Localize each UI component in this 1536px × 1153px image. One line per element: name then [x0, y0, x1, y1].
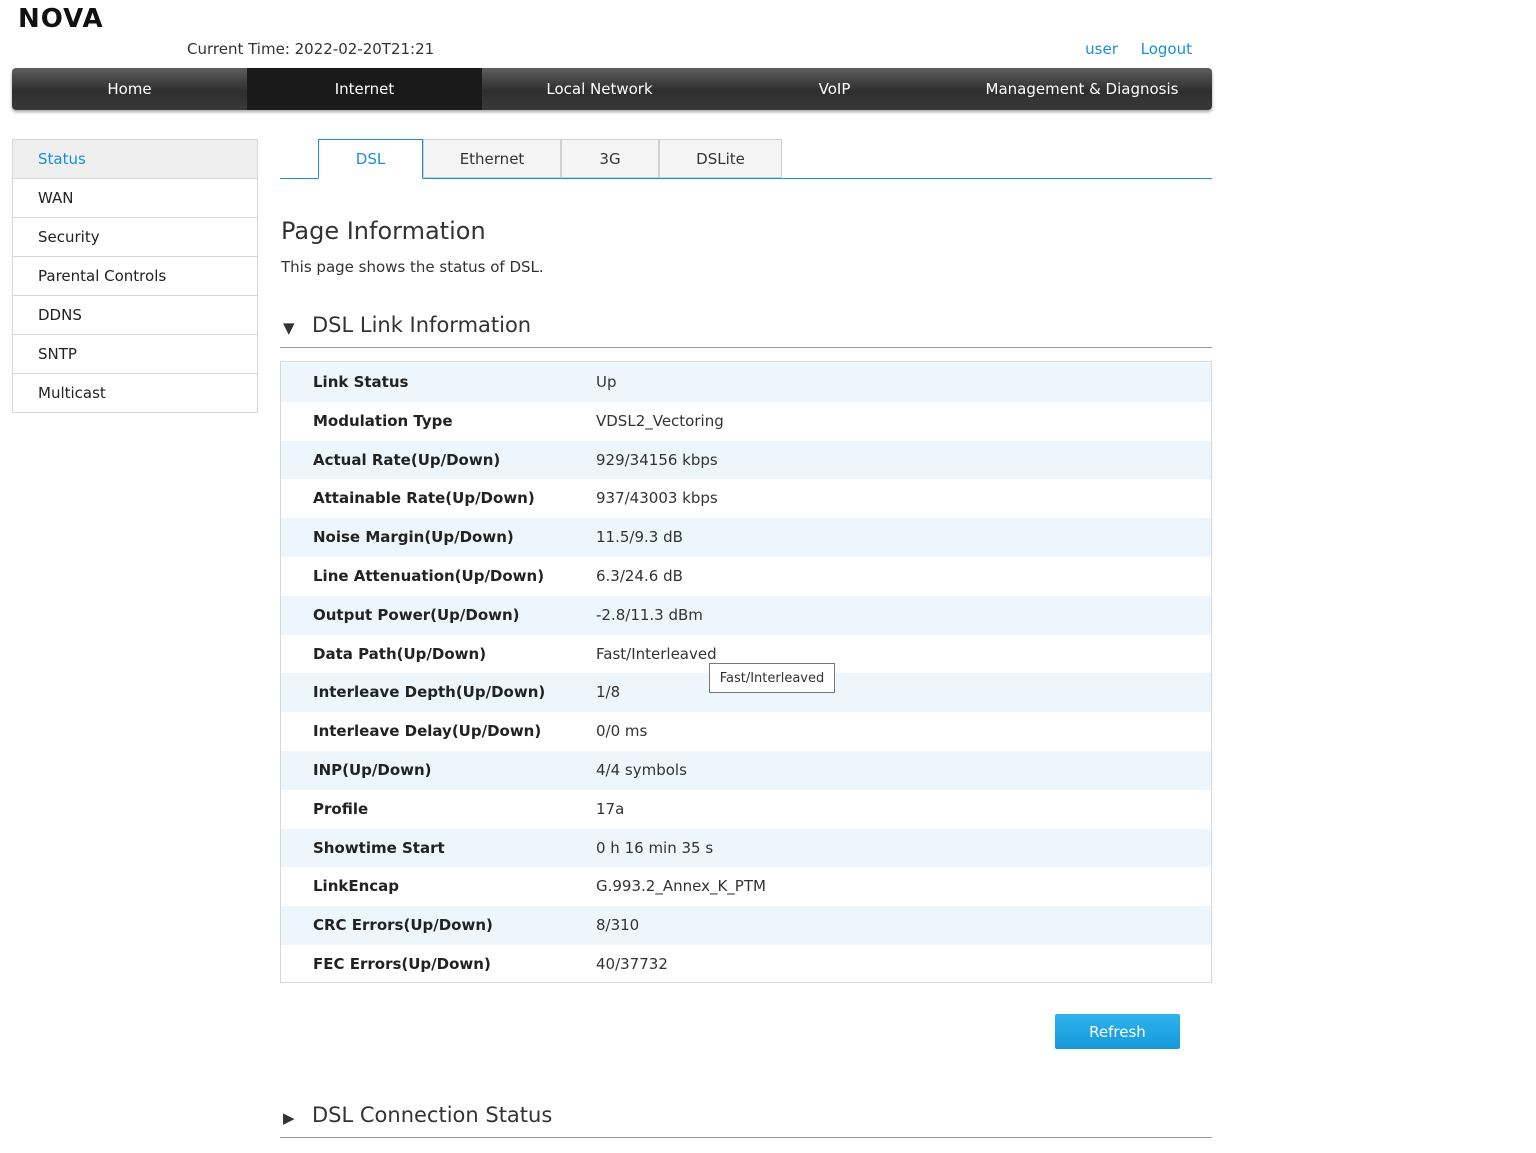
row-label: Data Path(Up/Down) [313, 644, 487, 663]
row-label: Profile [313, 799, 369, 818]
row-value: Fast/Interleaved [596, 644, 717, 663]
row-value: 4/4 symbols [596, 760, 687, 779]
tab-3g[interactable]: 3G [561, 139, 659, 178]
tab-dslite[interactable]: DSLite [659, 139, 782, 178]
table-row: Noise Margin(Up/Down) 11.5/9.3 dB [281, 518, 1211, 557]
row-label: FEC Errors(Up/Down) [313, 954, 491, 973]
row-label: Actual Rate(Up/Down) [313, 450, 501, 469]
status-tabs: DSL Ethernet 3G DSLite [280, 139, 1212, 179]
row-value: 6.3/24.6 dB [596, 566, 683, 585]
row-value: 929/34156 kbps [596, 450, 718, 469]
table-row: CRC Errors(Up/Down) 8/310 [281, 906, 1211, 945]
sidebar: Status WAN Security Parental Controls DD… [12, 139, 258, 413]
table-row: Profile 17a [281, 790, 1211, 829]
row-label: CRC Errors(Up/Down) [313, 916, 493, 935]
data-path-tooltip: Fast/Interleaved [709, 663, 835, 693]
row-label: Interleave Delay(Up/Down) [313, 722, 542, 741]
refresh-button[interactable]: Refresh [1055, 1014, 1180, 1049]
table-row: Attainable Rate(Up/Down) 937/43003 kbps [281, 479, 1211, 518]
table-row: Link Status Up [281, 363, 1211, 402]
user-link[interactable]: user [1085, 40, 1118, 58]
page-description: This page shows the status of DSL. [281, 258, 544, 276]
table-row: Actual Rate(Up/Down) 929/34156 kbps [281, 440, 1211, 480]
nav-management-diagnosis[interactable]: Management & Diagnosis [952, 68, 1212, 110]
table-row: Output Power(Up/Down) -2.8/11.3 dBm [281, 595, 1211, 635]
collapsed-triangle-icon: ▶ [283, 1109, 295, 1127]
current-time: Current Time: 2022-02-20T21:21 [187, 40, 435, 58]
row-label: INP(Up/Down) [313, 760, 432, 779]
row-label: Modulation Type [313, 411, 453, 430]
sidebar-item-multicast[interactable]: Multicast [13, 374, 257, 412]
expanded-triangle-icon: ▼ [283, 319, 295, 337]
tab-ethernet[interactable]: Ethernet [423, 139, 561, 178]
top-links: user Logout [1067, 40, 1192, 58]
row-value: 17a [596, 799, 625, 818]
table-row: Line Attenuation(Up/Down) 6.3/24.6 dB [281, 557, 1211, 596]
sidebar-item-sntp[interactable]: SNTP [13, 335, 257, 374]
sidebar-item-status[interactable]: Status [13, 140, 257, 179]
table-row: LinkEncap G.993.2_Annex_K_PTM [281, 867, 1211, 906]
row-label: Noise Margin(Up/Down) [313, 528, 514, 547]
nav-home[interactable]: Home [12, 68, 247, 110]
dsl-link-info-header[interactable]: ▼ DSL Link Information [280, 313, 1212, 348]
table-row: INP(Up/Down) 4/4 symbols [281, 750, 1211, 790]
main-nav: Home Internet Local Network VoIP Managem… [12, 68, 1212, 110]
nova-logo: NOVA [18, 4, 104, 34]
row-label: Showtime Start [313, 838, 445, 857]
row-label: Output Power(Up/Down) [313, 605, 520, 624]
logout-link[interactable]: Logout [1141, 40, 1192, 58]
row-label: Attainable Rate(Up/Down) [313, 489, 535, 508]
sidebar-item-wan[interactable]: WAN [13, 179, 257, 218]
row-value: 937/43003 kbps [596, 489, 718, 508]
row-value: 40/37732 [596, 954, 668, 973]
nav-voip[interactable]: VoIP [717, 68, 952, 110]
sidebar-item-parental-controls[interactable]: Parental Controls [13, 257, 257, 296]
row-value: 1/8 [596, 683, 621, 702]
row-value: 0/0 ms [596, 722, 648, 741]
nav-internet[interactable]: Internet [247, 68, 482, 110]
row-label: Interleave Depth(Up/Down) [313, 683, 546, 702]
row-value: -2.8/11.3 dBm [596, 605, 703, 624]
row-value: 0 h 16 min 35 s [596, 838, 714, 857]
row-value: 11.5/9.3 dB [596, 528, 683, 547]
row-value: Up [596, 373, 617, 391]
table-row: FEC Errors(Up/Down) 40/37732 [281, 945, 1211, 984]
row-label: Line Attenuation(Up/Down) [313, 566, 545, 585]
section-title: DSL Link Information [312, 313, 532, 337]
dsl-connection-status-header[interactable]: ▶ DSL Connection Status [280, 1103, 1212, 1138]
tab-dsl[interactable]: DSL [318, 139, 423, 179]
sidebar-item-ddns[interactable]: DDNS [13, 296, 257, 335]
row-label: Link Status [313, 373, 409, 391]
row-value: 8/310 [596, 916, 640, 935]
section-title: DSL Connection Status [312, 1103, 553, 1127]
row-value: VDSL2_Vectoring [596, 411, 724, 430]
table-row: Interleave Delay(Up/Down) 0/0 ms [281, 712, 1211, 751]
page-title: Page Information [281, 217, 486, 245]
row-value: G.993.2_Annex_K_PTM [596, 877, 766, 896]
table-row: Modulation Type VDSL2_Vectoring [281, 402, 1211, 441]
row-label: LinkEncap [313, 877, 400, 896]
table-row: Showtime Start 0 h 16 min 35 s [281, 828, 1211, 868]
sidebar-item-security[interactable]: Security [13, 218, 257, 257]
nav-local-network[interactable]: Local Network [482, 68, 717, 110]
